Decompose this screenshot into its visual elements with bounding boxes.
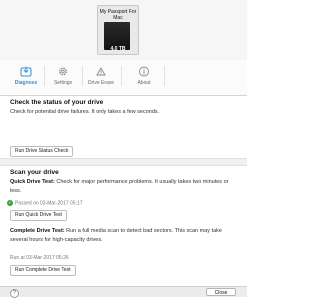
run-complete-drive-test-button[interactable]: Run Complete Drive Test (10, 265, 76, 276)
drive-erase-icon (96, 67, 106, 76)
complete-test-description: Complete Drive Test: Run a full media sc… (10, 227, 238, 245)
info-icon (139, 66, 149, 77)
help-button[interactable]: ? (10, 289, 19, 298)
complete-test-label: Complete Drive Test: (10, 228, 65, 234)
gear-icon (59, 67, 67, 76)
close-button[interactable]: Close (206, 288, 236, 296)
check-status-title: Check the status of your drive (10, 99, 104, 106)
checkmark-icon: ✓ (7, 200, 13, 206)
quick-test-status: ✓ Passed on 03-Mar-2017 05:17 (7, 200, 83, 206)
diagnose-icon (20, 66, 32, 77)
tab-separator (164, 66, 165, 86)
tab-drive-erase-label: Drive Erase (87, 80, 115, 86)
drive-thumbnail[interactable]: My Passport For Mac 4.0 TB (97, 5, 139, 55)
complete-test-status: Run at 03-Mar-2017 05:26 (10, 255, 69, 261)
tab-bar: Diagnose Settings Drive Erase About (0, 61, 247, 96)
scan-drive-title: Scan your drive (10, 169, 59, 176)
quick-test-status-text: Passed on 03-Mar-2017 05:17 (15, 200, 83, 207)
drive-name: My Passport For Mac (99, 9, 137, 21)
tab-about[interactable]: About (122, 64, 166, 94)
quick-test-description: Quick Drive Test: Check for major perfor… (10, 178, 238, 196)
quick-test-label: Quick Drive Test: (10, 179, 55, 185)
tab-about-label: About (137, 80, 151, 86)
tab-separator (82, 66, 83, 86)
tab-separator (121, 66, 122, 86)
tab-separator (44, 66, 45, 86)
footer-bar: ? Close (0, 286, 247, 298)
run-drive-status-check-button[interactable]: Run Drive Status Check (10, 146, 74, 157)
section-divider (0, 158, 247, 166)
drive-header: My Passport For Mac 4.0 TB (0, 0, 247, 60)
run-quick-drive-test-button[interactable]: Run Quick Drive Test (10, 210, 67, 221)
tab-drive-erase[interactable]: Drive Erase (79, 64, 123, 94)
drive-capacity: 4.0 TB (110, 46, 126, 52)
check-status-description: Check for potential drive failures. It o… (10, 109, 160, 115)
